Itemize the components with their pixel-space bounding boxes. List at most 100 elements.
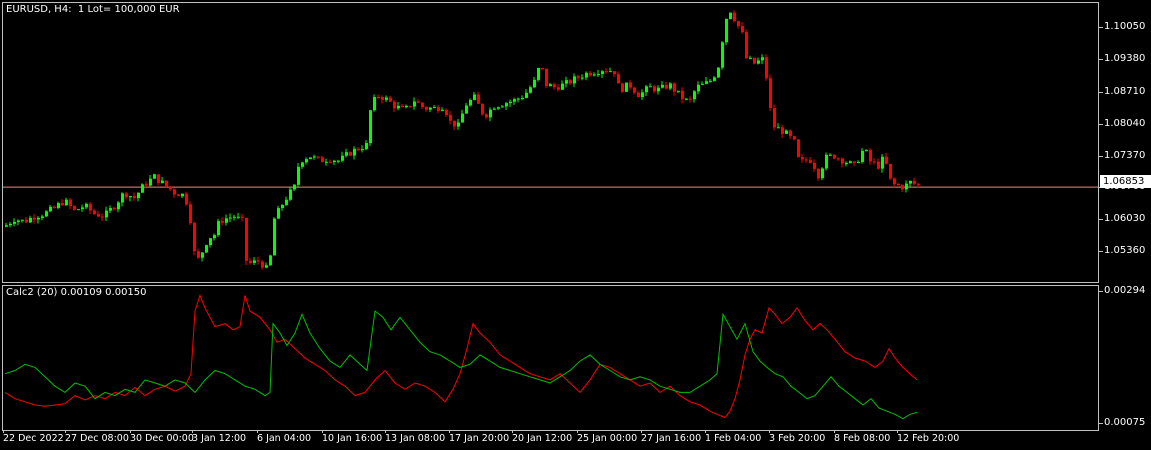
candle-body bbox=[557, 87, 560, 90]
candle bbox=[393, 100, 396, 113]
candle-body bbox=[189, 204, 192, 223]
candle-body bbox=[761, 57, 764, 61]
candle-body bbox=[573, 76, 576, 84]
candle bbox=[825, 152, 828, 171]
time-axis[interactable]: 22 Dec 2022 27 Dec 08:00 30 Dec 00:00 3 … bbox=[2, 430, 1099, 450]
candle-body bbox=[485, 114, 488, 118]
price-chart-pane[interactable]: EURUSD, H4: 1 Lot= 100,000 EUR bbox=[2, 2, 1099, 283]
candle-body bbox=[845, 163, 848, 165]
candle-body bbox=[637, 92, 640, 98]
candle bbox=[601, 70, 604, 79]
candle-body bbox=[129, 196, 132, 198]
candle-body bbox=[141, 184, 144, 193]
candle bbox=[49, 204, 52, 213]
candle bbox=[565, 76, 568, 88]
candle bbox=[617, 71, 620, 84]
candle bbox=[597, 69, 600, 78]
chart-title: EURUSD, H4: 1 Lot= 100,000 EUR bbox=[6, 4, 180, 15]
candle bbox=[605, 68, 608, 74]
indicator-pane[interactable]: Calc2 (20) 0.00109 0.00150 bbox=[2, 285, 1099, 431]
candle-body bbox=[49, 206, 52, 212]
candle bbox=[213, 233, 216, 241]
candle-body bbox=[713, 77, 716, 81]
candle bbox=[669, 82, 672, 91]
candle bbox=[313, 154, 316, 160]
candle bbox=[849, 160, 852, 164]
candle bbox=[341, 151, 344, 163]
candle bbox=[761, 54, 764, 65]
candle bbox=[457, 118, 460, 130]
candle-body bbox=[405, 105, 408, 108]
candle-body bbox=[61, 203, 64, 206]
candle bbox=[745, 29, 748, 59]
candle bbox=[397, 101, 400, 111]
candle-body bbox=[277, 208, 280, 219]
candle-body bbox=[797, 139, 800, 158]
candle bbox=[697, 81, 700, 95]
candle-body bbox=[657, 87, 660, 92]
candle-body bbox=[613, 71, 616, 75]
candle-body bbox=[553, 84, 556, 88]
candle-body bbox=[153, 174, 156, 179]
time-tick: 25 Jan 00:00 bbox=[577, 430, 638, 444]
candle-body bbox=[445, 109, 448, 116]
time-tick: 30 Dec 00:00 bbox=[130, 430, 194, 444]
time-tick: 20 Jan 12:00 bbox=[512, 430, 573, 444]
candle bbox=[257, 256, 260, 265]
candle-body bbox=[605, 71, 608, 73]
candle-body bbox=[365, 142, 368, 150]
candle-body bbox=[149, 178, 152, 186]
candle-body bbox=[293, 184, 296, 190]
candle bbox=[73, 205, 76, 211]
candle bbox=[153, 173, 156, 179]
candle bbox=[473, 91, 476, 101]
candle bbox=[537, 67, 540, 82]
candle bbox=[125, 191, 128, 200]
candle-body bbox=[285, 199, 288, 205]
candle-body bbox=[329, 161, 332, 163]
candle-body bbox=[665, 84, 668, 89]
candle-body bbox=[781, 127, 784, 134]
candle bbox=[85, 202, 88, 210]
candle bbox=[645, 85, 648, 97]
candle-body bbox=[401, 105, 404, 108]
candle bbox=[561, 80, 564, 91]
price-scale[interactable]: 1.10050 1.09380 1.08710 1.08040 1.07370 … bbox=[1098, 0, 1151, 432]
candle-body bbox=[273, 218, 276, 256]
candle bbox=[181, 193, 184, 198]
candle-body bbox=[725, 18, 728, 43]
candle-body bbox=[681, 90, 684, 99]
candle bbox=[185, 191, 188, 207]
candle-body bbox=[701, 83, 704, 85]
candle-body bbox=[109, 208, 112, 211]
candle-body bbox=[9, 223, 12, 226]
candle-body bbox=[473, 94, 476, 100]
candle-body bbox=[417, 101, 420, 103]
candle-body bbox=[801, 157, 804, 160]
candle bbox=[465, 102, 468, 114]
candle bbox=[757, 57, 760, 65]
candle bbox=[401, 104, 404, 108]
candle bbox=[405, 104, 408, 109]
candle bbox=[793, 135, 796, 141]
candle bbox=[369, 109, 372, 146]
candle bbox=[217, 218, 220, 237]
candle bbox=[229, 213, 232, 223]
candle bbox=[345, 148, 348, 158]
candle bbox=[437, 105, 440, 113]
candle bbox=[569, 78, 572, 86]
candle bbox=[233, 214, 236, 221]
candle bbox=[197, 248, 200, 259]
candle-body bbox=[381, 96, 384, 100]
candle-body bbox=[389, 97, 392, 102]
candle bbox=[9, 222, 12, 228]
candle bbox=[637, 90, 640, 98]
candle-body bbox=[561, 83, 564, 90]
candle bbox=[585, 71, 588, 81]
time-tick: 6 Jan 04:00 bbox=[257, 430, 312, 444]
price-tick: 1.08040 bbox=[1098, 118, 1146, 129]
candle bbox=[821, 167, 824, 181]
candle-body bbox=[741, 26, 744, 33]
candle bbox=[709, 79, 712, 83]
candle-body bbox=[777, 127, 780, 129]
